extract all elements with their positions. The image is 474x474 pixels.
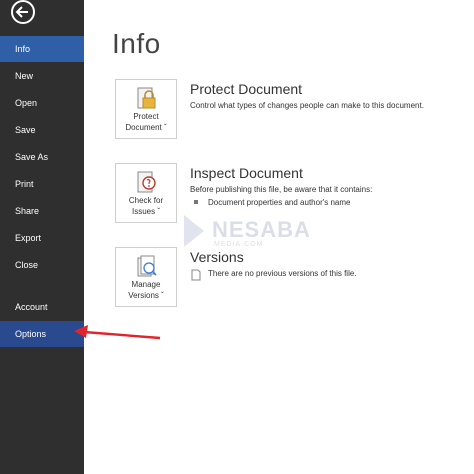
inspect-bullet-text: Document properties and author's name xyxy=(208,198,351,207)
inspect-description: Before publishing this file, be aware th… xyxy=(190,185,373,194)
nav-print[interactable]: Print xyxy=(0,171,84,197)
nav-info[interactable]: Info xyxy=(0,36,84,62)
annotation-arrow-icon xyxy=(74,325,161,340)
watermark-arrow-icon xyxy=(184,215,204,247)
watermark-name: NESABA xyxy=(212,217,311,242)
inspect-title: Inspect Document xyxy=(190,165,303,181)
protect-title: Protect Document xyxy=(190,81,303,97)
back-arrow-icon[interactable] xyxy=(8,0,38,26)
protect-tile-line2: Document ˇ xyxy=(125,123,167,132)
versions-tile-line1: Manage xyxy=(131,280,161,289)
protect-document-button[interactable]: Protect Document ˇ xyxy=(115,79,177,139)
inspect-document-icon xyxy=(136,170,158,196)
nav-new[interactable]: New xyxy=(0,63,84,89)
check-for-issues-button[interactable]: Check for Issues ˇ xyxy=(115,163,177,223)
inspect-tile-line2: Issues ˇ xyxy=(131,207,160,216)
info-panel: Info Protect Document ˇ Protect Document… xyxy=(84,0,474,474)
versions-tile-label: Manage Versions ˇ xyxy=(116,279,176,301)
versions-icon xyxy=(136,254,158,280)
lock-icon xyxy=(136,86,158,112)
manage-versions-button[interactable]: Manage Versions ˇ xyxy=(115,247,177,307)
bullet-icon xyxy=(194,200,198,204)
nav-export[interactable]: Export xyxy=(0,225,84,251)
protect-description: Control what types of changes people can… xyxy=(190,101,424,110)
document-icon xyxy=(190,268,202,286)
protect-tile-line1: Protect xyxy=(133,112,159,121)
nav-share[interactable]: Share xyxy=(0,198,84,224)
inspect-tile-line1: Check for xyxy=(128,196,164,205)
protect-tile-label: Protect Document ˇ xyxy=(116,111,176,133)
versions-description: There are no previous versions of this f… xyxy=(208,269,357,278)
nav-open[interactable]: Open xyxy=(0,90,84,116)
nav-save[interactable]: Save xyxy=(0,117,84,143)
backstage-sidebar: Info New Open Save Save As Print Share E… xyxy=(0,0,84,474)
nav-close[interactable]: Close xyxy=(0,252,84,278)
inspect-tile-label: Check for Issues ˇ xyxy=(116,195,176,217)
nav-save-as[interactable]: Save As xyxy=(0,144,84,170)
watermark-sub: MEDIA.COM xyxy=(214,241,264,248)
page-title: Info xyxy=(112,28,161,59)
versions-tile-line2: Versions ˇ xyxy=(128,291,164,300)
versions-title: Versions xyxy=(190,249,244,265)
